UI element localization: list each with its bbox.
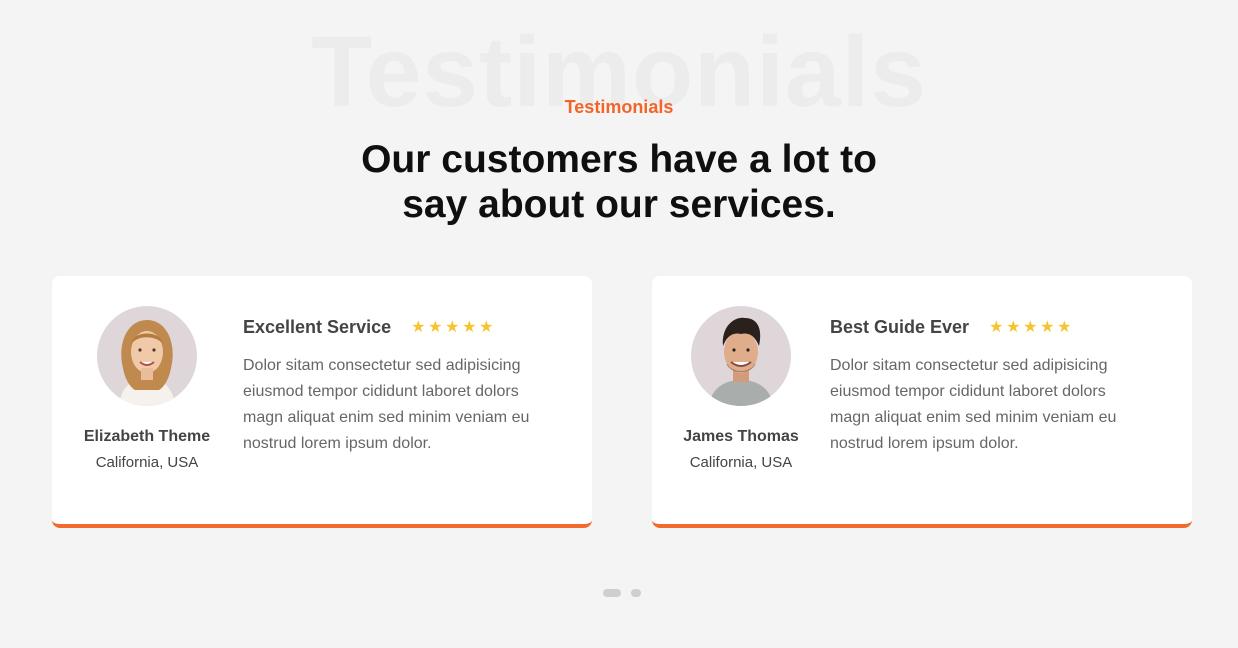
star-rating: ★ ★ ★ ★ ★: [411, 318, 494, 336]
star-icon: ★: [445, 318, 460, 336]
review-text: Dolor sitam consectetur sed adipisicing …: [243, 357, 530, 452]
star-icon: ★: [462, 318, 477, 336]
star-icon: ★: [1040, 318, 1055, 336]
review-text: Dolor sitam consectetur sed adipisicing …: [830, 357, 1117, 452]
reviewer: Elizabeth Theme California, USA: [77, 306, 217, 471]
review-content: Excellent Service ★ ★ ★ ★ ★ Dolor sitam …: [243, 316, 553, 457]
testimonial-card: James Thomas California, USA Best Guide …: [652, 276, 1192, 528]
reviewer: James Thomas California, USA: [671, 306, 811, 471]
reviewer-location: California, USA: [95, 454, 199, 471]
reviewer-name: Elizabeth Theme: [83, 428, 211, 445]
avatar: [97, 306, 197, 406]
man-portrait-icon: [691, 306, 791, 406]
carousel-dot-2[interactable]: [631, 589, 641, 597]
testimonial-card: Elizabeth Theme California, USA Excellen…: [52, 276, 592, 528]
star-icon: ★: [1057, 318, 1072, 336]
review-title: Best Guide Ever: [830, 316, 970, 337]
woman-portrait-icon: [97, 306, 197, 406]
section-title-line-2: say about our services.: [402, 183, 836, 226]
review-title: Excellent Service: [243, 316, 392, 337]
star-icon: ★: [479, 318, 494, 336]
carousel-dot-1[interactable]: [603, 589, 621, 597]
reviewer-name: James Thomas: [683, 428, 799, 445]
review-content: Best Guide Ever ★ ★ ★ ★ ★ Dolor sitam co…: [830, 316, 1140, 457]
carousel-pagination: [603, 589, 641, 597]
avatar: [691, 306, 791, 406]
section-eyebrow: Testimonials: [564, 97, 674, 117]
section-title: Our customers have a lot to say about ou…: [0, 137, 1238, 227]
reviewer-location: California, USA: [689, 454, 793, 471]
star-icon: ★: [989, 318, 1004, 336]
star-icon: ★: [428, 318, 443, 336]
star-icon: ★: [1006, 318, 1021, 336]
star-icon: ★: [1023, 318, 1038, 336]
star-icon: ★: [411, 318, 426, 336]
section-title-line-1: Our customers have a lot to: [361, 138, 877, 181]
star-rating: ★ ★ ★ ★ ★: [989, 318, 1072, 336]
